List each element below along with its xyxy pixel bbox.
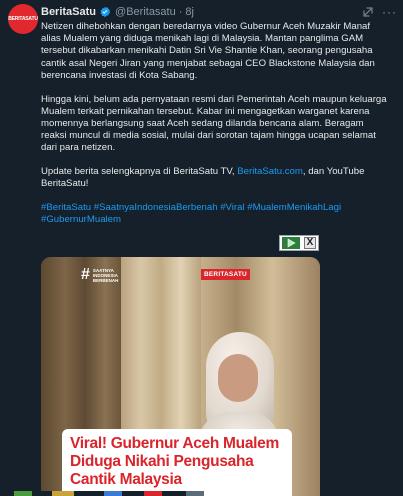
media-campaign-logo: # SAATNYA INDONESIA BERBENAH (81, 267, 118, 283)
taskbar-strip (0, 491, 403, 496)
taskbar-segment (52, 491, 74, 496)
author-handle[interactable]: @Beritasatu (115, 6, 176, 18)
caption-line: Diduga Nikahi Pengusaha (70, 453, 254, 470)
beritasatu-link[interactable]: BeritaSatu.com (237, 166, 303, 177)
taskbar-segment (144, 491, 162, 496)
more-icon[interactable]: ··· (382, 6, 397, 18)
avatar-text: BERITASATU (8, 16, 38, 22)
tweet-paragraph: Netizen dihebohkan dengan beredarnya vid… (41, 21, 375, 81)
tweet: BERITASATU BeritaSatu @Beritasatu · 8j ·… (0, 0, 403, 496)
taskbar-segment (104, 491, 122, 496)
hashtags[interactable]: #BeritaSatu #SaatnyaIndonesiaBerbenah #V… (41, 202, 389, 226)
translate-widget: X (279, 235, 319, 251)
media-caption: Viral! Gubernur Aceh Mualem Diduga Nikah… (62, 429, 292, 496)
author-name[interactable]: BeritaSatu (41, 6, 96, 18)
caption-line: Cantik Malaysia (70, 471, 182, 488)
tweet-time[interactable]: 8j (185, 6, 194, 18)
close-icon[interactable]: X (304, 237, 316, 249)
logo-text-line: INDONESIA (92, 272, 118, 278)
avatar[interactable]: BERITASATU (8, 4, 38, 34)
taskbar-segment (0, 491, 14, 496)
tweet-body: Netizen dihebohkan dengan beredarnya vid… (41, 21, 389, 226)
taskbar-segment (122, 491, 144, 496)
separator-dot: · (178, 6, 183, 18)
caption-line: Viral! Gubernur Aceh Mualem (70, 435, 279, 452)
logo-text-line: BERBENAH (92, 277, 119, 283)
tweet-paragraph: Hingga kini, belum ada pernyataan resmi … (41, 93, 387, 154)
taskbar-segment (14, 491, 32, 496)
media-brand-logo: BERITASATU (201, 269, 250, 280)
taskbar-segment (74, 491, 104, 496)
logo-text: SAATNYA INDONESIA BERBENAH (93, 268, 119, 283)
taskbar-segment (162, 491, 186, 496)
tweet-update-line: Update berita selengkapnya di BeritaSatu… (41, 166, 389, 190)
header-actions: ··· (362, 6, 397, 18)
taskbar-segment (32, 491, 52, 496)
grok-icon[interactable] (362, 6, 374, 18)
tweet-header: BeritaSatu @Beritasatu · 8j ··· (41, 4, 397, 20)
play-icon[interactable] (282, 237, 300, 249)
media-thumbnail[interactable]: # SAATNYA INDONESIA BERBENAH BERITASATU … (41, 257, 320, 496)
face-shape (218, 354, 258, 402)
verified-badge-icon (99, 6, 111, 18)
taskbar-segment (186, 491, 204, 496)
update-prefix: Update berita selengkapnya di BeritaSatu… (41, 166, 238, 178)
logo-hash: # (81, 266, 90, 283)
